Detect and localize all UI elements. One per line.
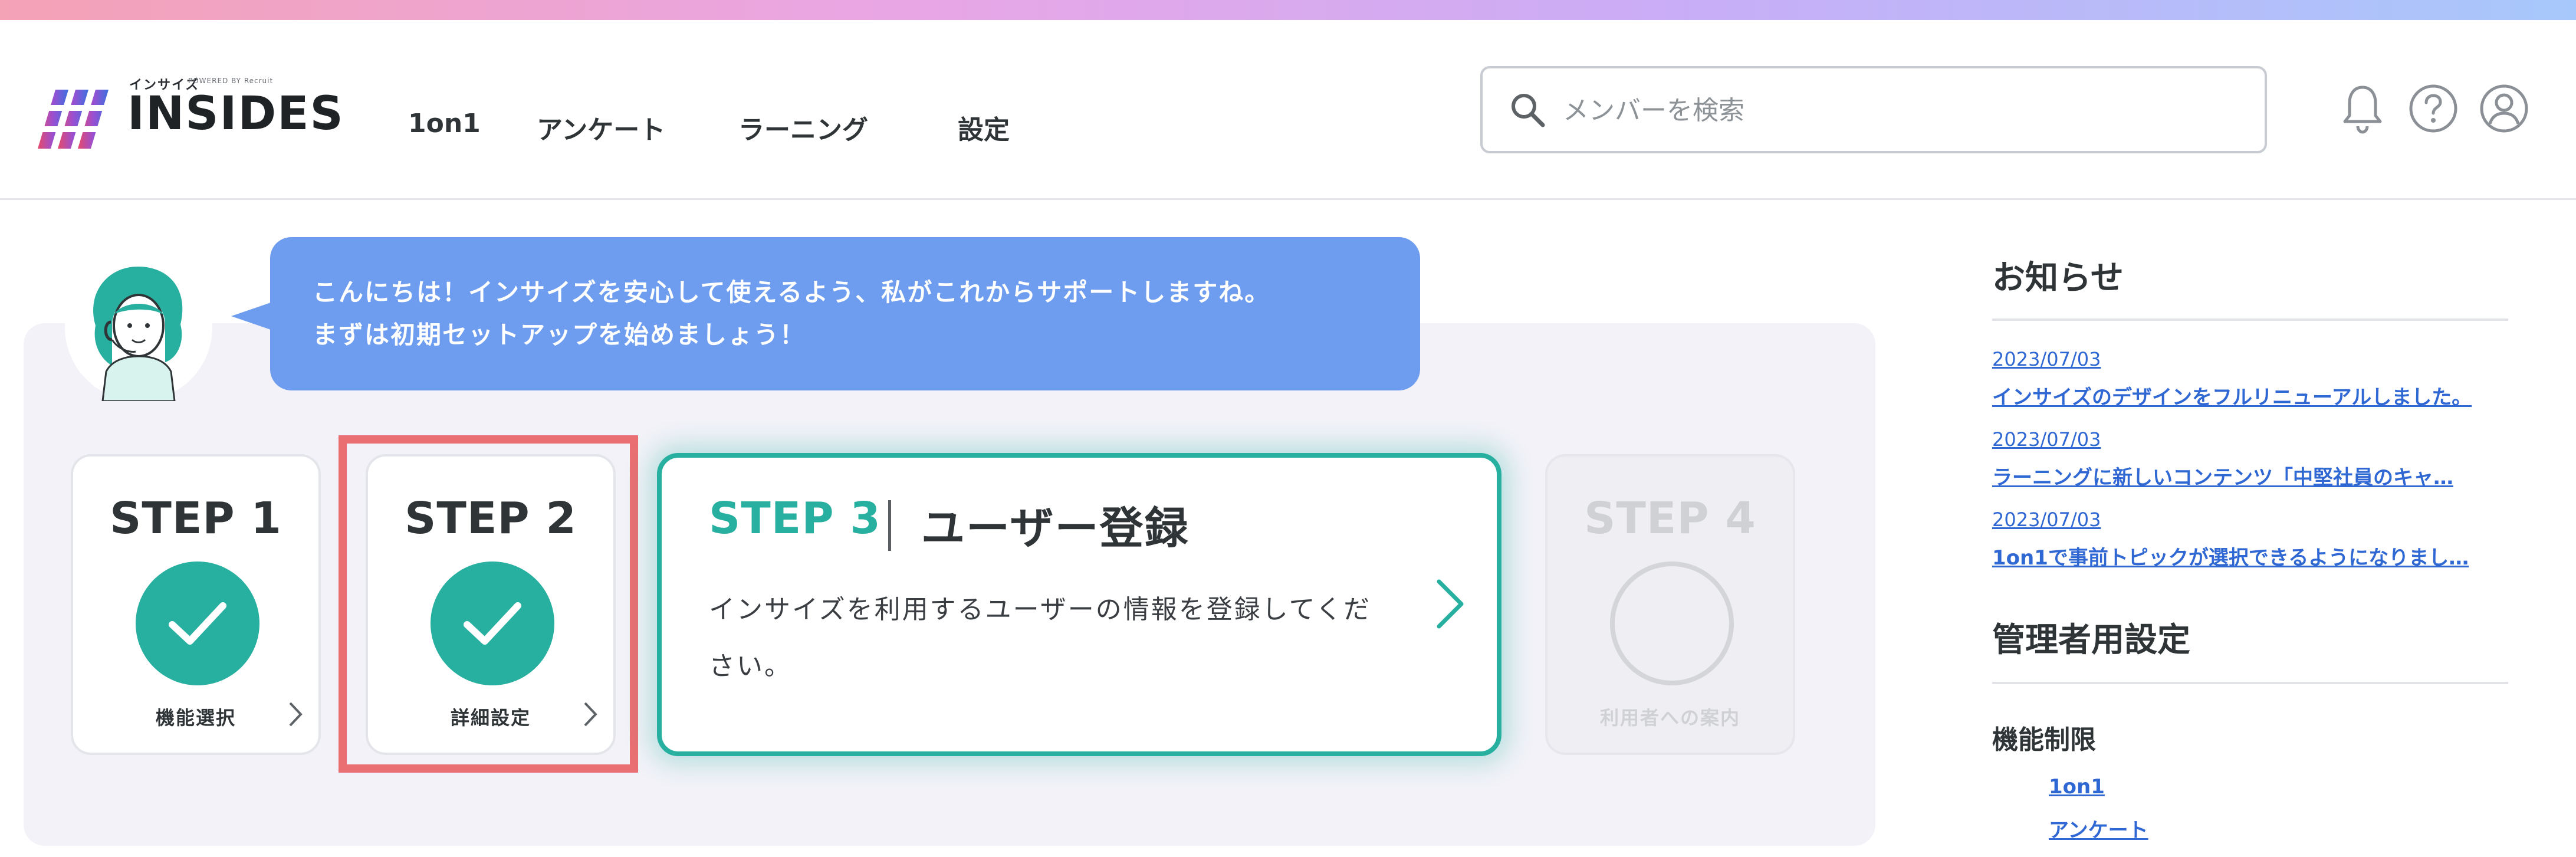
support-avatar-icon — [65, 254, 212, 401]
insides-logo[interactable]: インサイズ POWERED BY Recruit INSIDES — [38, 67, 343, 156]
step-1-complete-check-icon — [136, 562, 259, 685]
step-2-highlight-frame — [339, 435, 638, 773]
step-3-title: STEP 3 — [709, 493, 881, 544]
news-date[interactable]: 2023/07/03 — [1992, 508, 2101, 531]
step-3-description: インサイズを利用するユーザーの情報を登録してください。 — [709, 595, 1372, 681]
admin-link-1on1[interactable]: 1on1 — [2049, 775, 2105, 799]
step-1-card[interactable]: STEP 1 機能選択 — [71, 454, 321, 755]
admin-settings-heading: 管理者用設定 — [1992, 621, 2190, 659]
nav-survey[interactable]: アンケート — [537, 109, 665, 146]
step-3-name: ユーザー登録 — [921, 503, 1190, 554]
bell-icon[interactable] — [2335, 81, 2390, 136]
step-3-card[interactable]: STEP 3 ユーザー登録 インサイズを利用するユーザーの情報を登録してください… — [657, 453, 1501, 756]
member-search-input[interactable] — [1562, 86, 2242, 134]
logo-mark-icon — [38, 90, 114, 149]
step-4-label: 利用者への案内 — [1599, 707, 1740, 729]
logo-powered-by: POWERED BY Recruit — [188, 77, 274, 85]
nav-settings[interactable]: 設定 — [958, 109, 1010, 146]
app-header: インサイズ POWERED BY Recruit INSIDES 1on1 アン… — [0, 20, 2576, 200]
search-icon — [1512, 94, 1545, 127]
chevron-right-icon — [289, 702, 303, 727]
news-item-link[interactable]: インサイズのデザインをフルリニューアルしました。 — [1992, 381, 2511, 410]
user-icon[interactable] — [2477, 81, 2531, 136]
step-1-label: 機能選択 — [155, 707, 236, 729]
welcome-message-line-2: まずは初期セットアップを始めましょう！ — [313, 320, 806, 349]
divider — [1992, 318, 2508, 321]
welcome-message-line-1: こんにちは！インサイズを安心して使えるよう、私がこれからサポートしますね。 — [313, 278, 1271, 307]
nav-1on1[interactable]: 1on1 — [408, 109, 481, 139]
chevron-right-icon[interactable] — [1434, 577, 1466, 631]
welcome-speech-bubble: こんにちは！インサイズを安心して使えるよう、私がこれからサポートしますね。 まず… — [270, 237, 1420, 390]
speech-bubble-tail — [231, 302, 272, 330]
step-4-card: STEP 4 利用者への案内 — [1545, 454, 1795, 755]
nav-learning[interactable]: ラーニング — [738, 109, 868, 146]
step-1-title: STEP 1 — [110, 493, 282, 544]
logo-wordmark: INSIDES — [127, 87, 344, 140]
top-gradient-bar — [0, 0, 2576, 20]
divider — [1992, 682, 2508, 684]
news-date[interactable]: 2023/07/03 — [1992, 428, 2101, 451]
member-search-box[interactable] — [1480, 66, 2267, 153]
news-item-link[interactable]: ラーニングに新しいコンテンツ「中堅社員のキャ… — [1992, 461, 2511, 490]
news-item-link[interactable]: 1on1で事前トピックが選択できるようになりまし… — [1992, 541, 2511, 570]
step-4-empty-circle-icon — [1610, 562, 1734, 685]
step-4-title: STEP 4 — [1584, 493, 1756, 544]
admin-link-survey[interactable]: アンケート — [2049, 814, 2148, 843]
feature-restriction-heading: 機能制限 — [1992, 725, 2096, 755]
help-icon[interactable] — [2406, 81, 2460, 136]
news-heading: お知らせ — [1992, 259, 2124, 297]
news-date[interactable]: 2023/07/03 — [1992, 348, 2101, 370]
step-3-divider — [888, 500, 891, 551]
